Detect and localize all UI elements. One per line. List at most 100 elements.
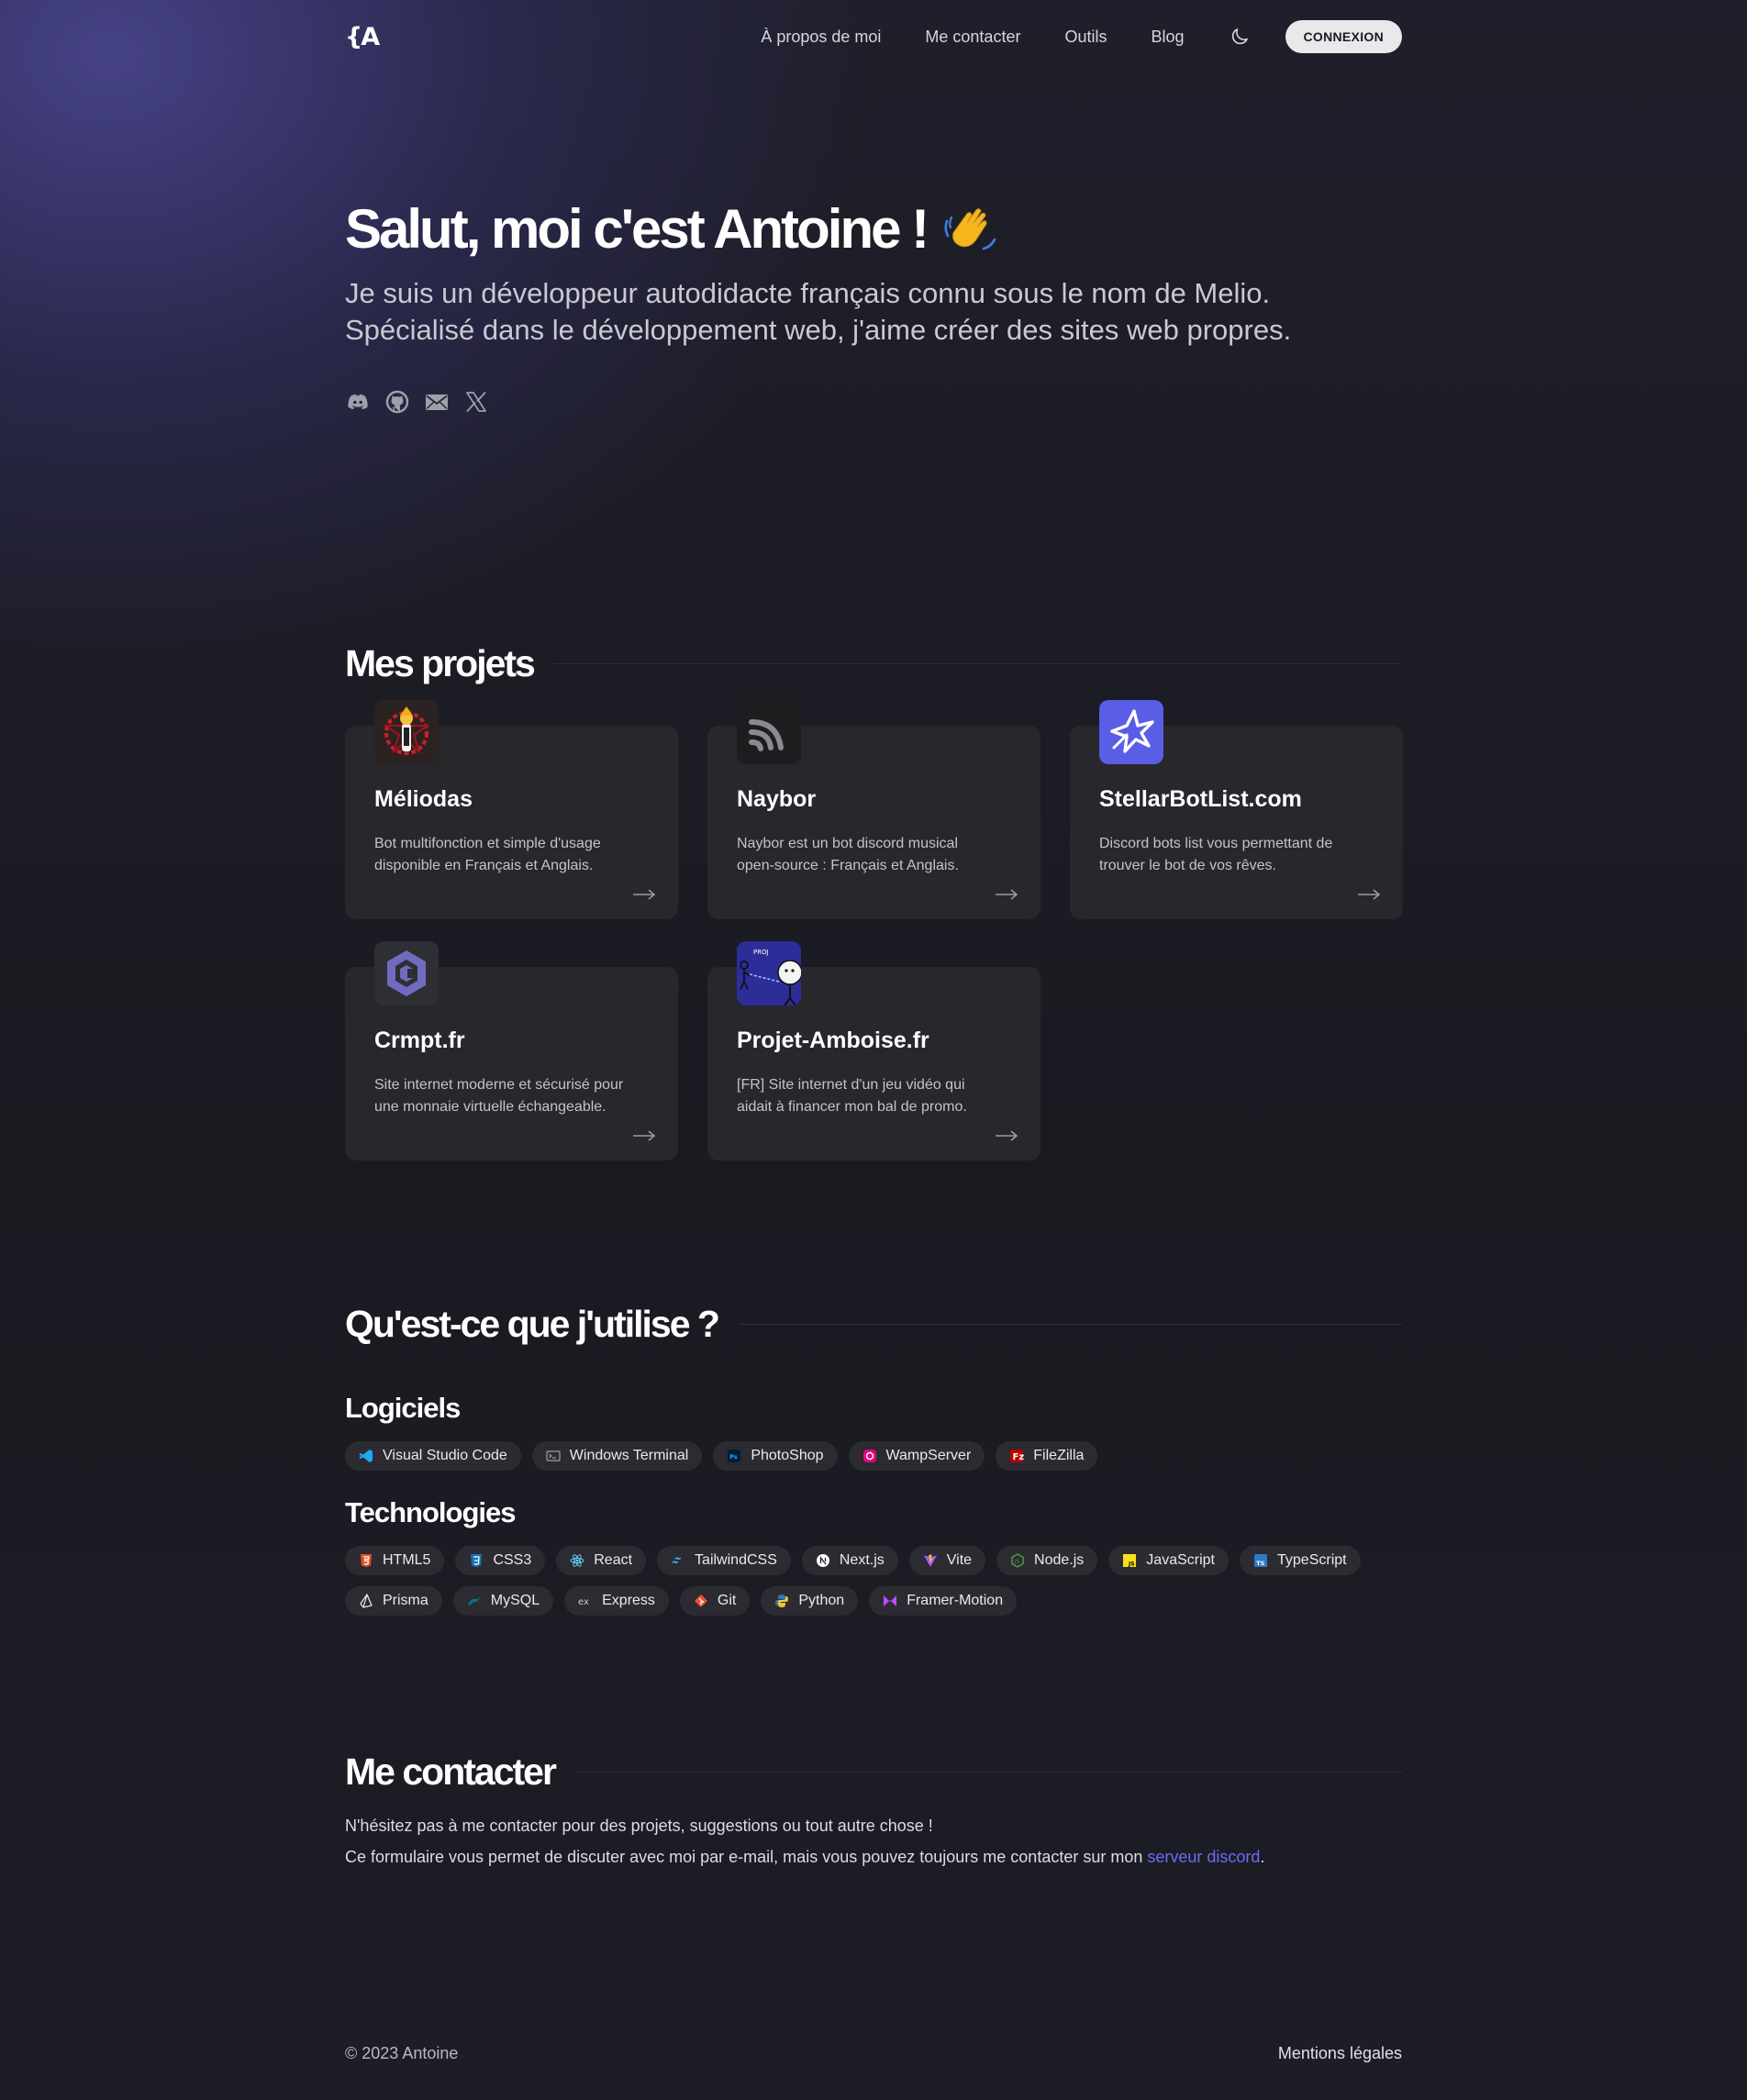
tool-chip-react: React bbox=[556, 1546, 647, 1575]
copyright: © 2023 Antoine bbox=[345, 2044, 459, 2062]
filezilla-icon: Fz bbox=[1009, 1449, 1024, 1463]
arrow-right-icon[interactable] bbox=[995, 888, 1018, 901]
project-description-line2: aidait à financer mon bal de promo. bbox=[737, 1099, 967, 1115]
contact-title: Me contacter bbox=[345, 1750, 557, 1793]
projects-title: Mes projets bbox=[345, 642, 536, 684]
project-title: Projet-Amboise.fr bbox=[737, 1028, 929, 1053]
svg-text:JS: JS bbox=[1014, 1560, 1020, 1565]
top-nav: {A À propos de moi Me contacter Outils B… bbox=[345, 18, 1402, 55]
tool-chip-label: Visual Studio Code bbox=[383, 1448, 507, 1463]
nav-link-about[interactable]: À propos de moi bbox=[761, 28, 881, 47]
contact-line2-suffix: . bbox=[1260, 1848, 1265, 1866]
project-title: Méliodas bbox=[374, 786, 473, 812]
tool-chip-javascript: JS JavaScript bbox=[1108, 1546, 1229, 1575]
project-card-amboise[interactable]: PROJ Projet-Amboise.fr [FR] Site interne… bbox=[707, 941, 1040, 1161]
discord-server-link[interactable]: serveur discord bbox=[1147, 1848, 1260, 1866]
nav-link-tools[interactable]: Outils bbox=[1064, 28, 1107, 47]
svg-text:Ps: Ps bbox=[730, 1453, 739, 1461]
legal-notice-link[interactable]: Mentions légales bbox=[1278, 2044, 1402, 2063]
site-logo[interactable]: {A bbox=[345, 23, 380, 51]
tool-chip-typescript: TS TypeScript bbox=[1240, 1546, 1361, 1575]
project-description: Naybor est un bot discord musical open-s… bbox=[737, 833, 1011, 877]
hero-section: Salut, moi c'est Antoine ! Je suis un dé… bbox=[345, 193, 1402, 415]
tailwind-icon bbox=[671, 1553, 685, 1568]
crmpt-icon bbox=[374, 941, 439, 1006]
tool-chip-label: Framer-Motion bbox=[907, 1593, 1004, 1608]
tool-chip-mysql: MySQL bbox=[452, 1586, 554, 1616]
mysql-icon bbox=[467, 1594, 482, 1608]
tool-chip-label: TailwindCSS bbox=[695, 1552, 777, 1568]
social-links bbox=[345, 389, 1402, 415]
wampserver-icon bbox=[862, 1449, 877, 1463]
git-icon bbox=[694, 1594, 708, 1608]
tool-chip-git: Git bbox=[679, 1586, 751, 1616]
x-icon[interactable] bbox=[463, 389, 489, 415]
hero-subtitle-line2: Spécialisé dans le développement web, j'… bbox=[345, 314, 1292, 346]
tool-chip-label: Express bbox=[602, 1593, 655, 1608]
tool-chip-html5: HTML5 bbox=[345, 1546, 445, 1575]
software-title: Logiciels bbox=[345, 1392, 461, 1424]
footer: © 2023 Antoine Mentions légales bbox=[345, 2044, 1402, 2063]
amboise-icon: PROJ bbox=[737, 941, 801, 1006]
tool-chip-label: Node.js bbox=[1034, 1552, 1085, 1568]
login-button[interactable]: CONNEXION bbox=[1285, 20, 1402, 53]
tools-section: Qu'est-ce que j'utilise ? Logiciels Visu… bbox=[345, 1303, 1402, 1616]
arrow-right-icon[interactable] bbox=[995, 1129, 1018, 1142]
tool-chip-label: React bbox=[594, 1552, 633, 1568]
tool-chip-css3: CSS3 bbox=[455, 1546, 546, 1575]
project-title: Crmpt.fr bbox=[374, 1028, 465, 1053]
arrow-right-icon[interactable] bbox=[632, 1129, 656, 1142]
tool-chip-label: Next.js bbox=[839, 1552, 885, 1568]
arrow-right-icon[interactable] bbox=[632, 888, 656, 901]
section-divider bbox=[553, 663, 1402, 664]
waving-hand-icon bbox=[940, 199, 1000, 260]
nav-link-blog[interactable]: Blog bbox=[1151, 28, 1184, 47]
mail-icon[interactable] bbox=[424, 389, 450, 415]
stellar-icon bbox=[1099, 700, 1163, 764]
projects-section: Mes projets Méliodas Bot multifonction e… bbox=[345, 642, 1403, 1161]
terminal-icon bbox=[546, 1449, 561, 1463]
contact-line2-prefix: Ce formulaire vous permet de discuter av… bbox=[345, 1848, 1148, 1866]
contact-section: Me contacter N'hésitez pas à me contacte… bbox=[345, 1750, 1402, 1872]
discord-icon[interactable] bbox=[345, 389, 371, 415]
svg-text:PROJ: PROJ bbox=[753, 949, 769, 956]
technology-chips: HTML5 CSS3 React TailwindCSS Next.js Vite JS No… bbox=[345, 1546, 1402, 1616]
contact-line1: N'hésitez pas à me contacter pour des pr… bbox=[345, 1817, 933, 1835]
github-icon[interactable] bbox=[384, 389, 410, 415]
vscode-icon bbox=[359, 1449, 373, 1463]
tool-chip-label: Prisma bbox=[383, 1593, 428, 1608]
project-description: Site internet moderne et sécurisé pour u… bbox=[374, 1074, 649, 1118]
project-title: Naybor bbox=[737, 786, 817, 812]
technologies-title: Technologies bbox=[345, 1496, 517, 1528]
prisma-icon bbox=[359, 1594, 373, 1608]
tool-chip-nextjs: Next.js bbox=[801, 1546, 898, 1575]
tool-chip-label: Python bbox=[798, 1593, 845, 1608]
project-card-stellarbotlist[interactable]: StellarBotList.com Discord bots list vou… bbox=[1070, 700, 1403, 919]
project-card-meliodas[interactable]: Méliodas Bot multifonction et simple d'u… bbox=[345, 700, 678, 919]
project-description: Discord bots list vous permettant de tro… bbox=[1099, 833, 1374, 877]
tool-chip-label: CSS3 bbox=[493, 1552, 532, 1568]
nav-links: À propos de moi Me contacter Outils Blog… bbox=[761, 20, 1402, 53]
section-divider bbox=[738, 1324, 1402, 1325]
project-description-line1: [FR] Site internet d'un jeu vidéo qui bbox=[737, 1077, 965, 1093]
project-card-naybor[interactable]: Naybor Naybor est un bot discord musical… bbox=[707, 700, 1040, 919]
project-description: Bot multifonction et simple d'usage disp… bbox=[374, 833, 649, 877]
css3-icon bbox=[469, 1553, 484, 1568]
naybor-icon bbox=[737, 700, 801, 764]
typescript-icon: TS bbox=[1253, 1553, 1268, 1568]
project-description-line2: open-source : Français et Anglais. bbox=[737, 858, 959, 873]
meliodas-icon bbox=[374, 700, 439, 764]
project-description-line1: Discord bots list vous permettant de bbox=[1099, 836, 1333, 851]
nav-link-contact[interactable]: Me contacter bbox=[925, 28, 1020, 47]
tool-chip-photoshop: Ps PhotoShop bbox=[713, 1441, 838, 1471]
tool-chip-framer-motion: Framer-Motion bbox=[869, 1586, 1018, 1616]
project-description-line1: Bot multifonction et simple d'usage bbox=[374, 836, 601, 851]
project-card-crmpt[interactable]: Crmpt.fr Site internet moderne et sécuri… bbox=[345, 941, 678, 1161]
arrow-right-icon[interactable] bbox=[1357, 888, 1381, 901]
tool-chip-filezilla: Fz FileZilla bbox=[996, 1441, 1098, 1471]
tools-title: Qu'est-ce que j'utilise ? bbox=[345, 1303, 720, 1345]
tool-chip-label: Windows Terminal bbox=[569, 1448, 689, 1463]
project-description-line2: trouver le bot de vos rêves. bbox=[1099, 858, 1276, 873]
moon-icon[interactable] bbox=[1229, 26, 1251, 48]
react-icon bbox=[570, 1553, 584, 1568]
